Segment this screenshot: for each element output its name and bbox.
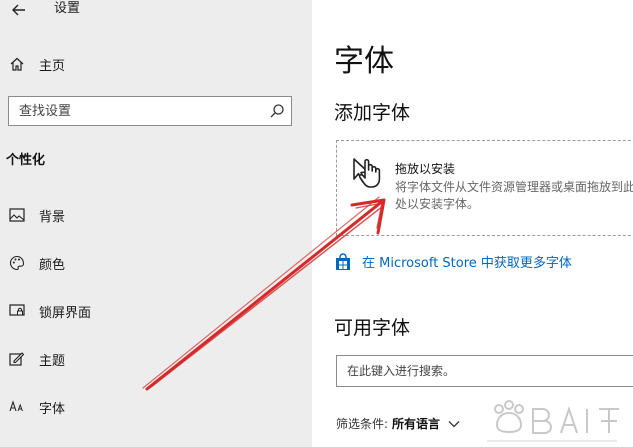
chevron-down-icon[interactable] <box>448 420 460 428</box>
window-title: 设置 <box>54 1 81 16</box>
watermark-logo <box>487 400 619 442</box>
theme-icon <box>7 349 27 369</box>
font-search-input[interactable] <box>337 356 633 386</box>
add-fonts-heading: 添加字体 <box>334 102 411 124</box>
settings-search[interactable] <box>8 96 292 126</box>
store-link-label[interactable]: 在 Microsoft Store 中获取更多字体 <box>362 252 572 271</box>
sidebar-item-lock-screen[interactable]: 锁屏界面 <box>0 293 312 329</box>
sidebar-item-label: 字体 <box>39 401 66 417</box>
search-icon[interactable] <box>269 103 285 119</box>
sidebar-item-themes[interactable]: 主题 <box>0 341 312 377</box>
drop-description: 将字体文件从文件资源管理器或桌面拖放到此处以安装字体。 <box>395 180 633 211</box>
sidebar-item-colors[interactable]: 颜色 <box>0 245 312 281</box>
filter-value[interactable]: 所有语言 <box>392 415 440 432</box>
sidebar-item-label: 主题 <box>39 353 66 369</box>
lock-screen-icon <box>7 301 27 321</box>
palette-icon <box>7 253 27 273</box>
sidebar-item-home[interactable]: 主页 <box>0 46 312 82</box>
sidebar-item-label: 颜色 <box>39 257 66 273</box>
settings-sidebar: 设置 主页 个性化 背景 颜色 锁屏界面 主题 <box>0 0 312 447</box>
sidebar-item-label: 锁屏界面 <box>39 305 92 321</box>
settings-search-input[interactable] <box>9 97 259 125</box>
available-fonts-heading: 可用字体 <box>334 317 411 339</box>
sidebar-item-label: 背景 <box>39 209 66 225</box>
sidebar-item-background[interactable]: 背景 <box>0 197 312 233</box>
back-button[interactable] <box>8 0 30 20</box>
back-arrow-icon <box>12 4 25 16</box>
section-label-personalization: 个性化 <box>6 153 46 168</box>
fonts-page: 字体 添加字体 拖放以安装 将字体文件从文件资源管理器或桌面拖放到此处以安装字体… <box>312 0 633 447</box>
drop-title: 拖放以安装 <box>395 162 456 176</box>
store-bag-icon <box>336 252 350 270</box>
filter-label: 筛选条件: <box>336 417 389 431</box>
home-icon <box>7 54 27 74</box>
language-filter[interactable]: 筛选条件: 所有语言 <box>336 415 460 432</box>
page-title: 字体 <box>334 44 394 79</box>
sidebar-item-fonts[interactable]: 字体 <box>0 389 312 425</box>
drag-hand-icon <box>353 158 381 188</box>
font-icon <box>7 397 27 417</box>
sidebar-item-label: 主页 <box>39 58 66 74</box>
font-search-box[interactable] <box>336 355 633 387</box>
image-icon <box>7 205 27 225</box>
font-drop-zone[interactable]: 拖放以安装 将字体文件从文件资源管理器或桌面拖放到此处以安装字体。 <box>336 140 633 236</box>
microsoft-store-link[interactable]: 在 Microsoft Store 中获取更多字体 <box>334 252 572 271</box>
